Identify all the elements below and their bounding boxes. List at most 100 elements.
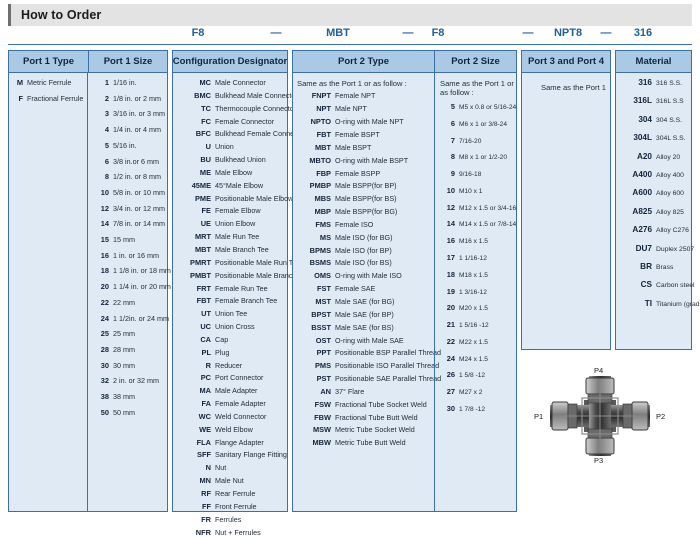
material-code: 304L <box>633 133 652 143</box>
port2-size-description: M5 x 0.8 or 5/16-24 <box>459 103 517 111</box>
configuration-code: TC <box>201 103 211 113</box>
header-port2-size: Port 2 Size <box>434 51 516 73</box>
material-code: A600 <box>632 188 652 198</box>
port2-type-note: Same as the Port 1 or as follow : <box>297 79 407 88</box>
material-code: 316L <box>633 96 652 106</box>
port2-size-code: 26 <box>446 370 455 380</box>
port2-type-description: Metric Tube Socket Weld <box>335 425 415 435</box>
header-port2-type: Port 2 Type <box>293 51 434 73</box>
port2-type-entry: OST O-ring with Male SAE <box>297 335 431 345</box>
material-description: 316L S.S <box>656 98 684 106</box>
material-description: Duplex 2507 <box>656 245 695 253</box>
configuration-entry: FLA Flange Adapter <box>175 437 284 447</box>
port2-type-entry: OMS O-ring with Male ISO <box>297 272 431 280</box>
configuration-description: 45°Male Elbow <box>215 180 264 190</box>
port2-type-code: MS <box>319 232 331 242</box>
configuration-code: 45ME <box>191 180 211 190</box>
configuration-code: WE <box>199 424 211 434</box>
port2-type-code: OST <box>315 335 331 345</box>
port1-size-entry: 10 5/8 in. or 10 mm <box>93 187 165 197</box>
material-entry: BR Brass <box>618 262 688 272</box>
port1-size-entry: 38 38 mm <box>93 393 164 401</box>
port2-size-code: 20 <box>446 303 455 313</box>
configuration-description: Union Elbow <box>215 219 256 229</box>
port2-size-description: M27 x 2 <box>459 389 483 397</box>
port1-size-entry: 4 1/4 in. or 4 mm <box>93 126 164 134</box>
material-code: 304 <box>638 114 652 124</box>
port2-size-code: 24 <box>446 353 455 363</box>
port2-type-entry: FMS Female ISO <box>297 221 431 229</box>
port1-size-code: 24 <box>100 313 109 323</box>
port2-type-code: BSMS <box>309 258 331 268</box>
port1-size-code: 15 <box>100 235 109 245</box>
code-separator-1: — <box>270 27 282 39</box>
port1-size-entry: 50 50 mm <box>93 408 164 416</box>
port1-size-description: 2 in. or 32 mm <box>113 376 159 386</box>
port2-type-entry: NPTO O-ring with Male NPT <box>297 118 431 126</box>
configuration-description: Flange Adapter <box>215 437 264 447</box>
port2-size-description: M14 x 1.5 or 7/8-14 <box>459 221 517 229</box>
port1-size-entry: 14 7/8 in. or 14 mm <box>93 219 165 229</box>
port2-size-description: 1 3/16-12 <box>459 288 487 296</box>
port2-type-entry: MBTO O-ring with Male BSPT <box>297 156 431 164</box>
material-code: A276 <box>632 225 652 235</box>
configuration-code: FC <box>201 116 211 126</box>
port1-size-description: 22 mm <box>113 297 135 307</box>
configuration-code: FF <box>201 501 211 511</box>
material-entry: A276 Alloy C276 <box>618 225 688 235</box>
port1-header-row: Port 1 Type Port 1 Size <box>9 51 167 73</box>
configuration-description: Reducer <box>215 360 243 370</box>
configuration-description: Nut + Ferrules <box>215 527 261 537</box>
configuration-code: NFR <box>195 527 211 537</box>
port1-size-entry: 18 1 1/8 in. or 18 mm <box>93 267 171 275</box>
configuration-description: Male Nut <box>215 476 244 486</box>
configuration-description: Plug <box>215 347 230 357</box>
port2-size-code: 30 <box>446 404 455 414</box>
port1-size-description: 3/8 in.or 6 mm <box>113 156 159 166</box>
configuration-entry: NFR Nut + Ferrules <box>175 527 284 537</box>
port1-size-description: 1/16 in. <box>113 78 137 87</box>
configuration-description: Sanitary Flange Fitting <box>215 450 287 460</box>
port1-size-code: 22 <box>100 297 109 307</box>
configuration-entry: U Union <box>175 143 284 151</box>
header-port1-type: Port 1 Type <box>9 51 88 73</box>
cell-port1-type-list: M Metric Ferrule F Fractional Ferrule <box>9 73 87 512</box>
cell-port34-note: Same as the Port 1 <box>522 73 610 350</box>
configuration-code: FA <box>201 399 211 409</box>
port2-size-code: 10 <box>446 185 455 195</box>
configuration-description: Male Run Tee <box>215 232 260 242</box>
configuration-description: Front Ferrule <box>215 501 257 511</box>
fitting-label-p4: P4 <box>594 366 604 375</box>
port1-size-description: 5/16 in. <box>113 140 137 150</box>
material-description: 316 S.S. <box>656 80 683 87</box>
port2-size-entry: 18 M18 x 1.5 <box>440 270 515 280</box>
configuration-description: Female Branch Tee <box>215 296 278 306</box>
port1-size-description: 28 mm <box>113 344 135 354</box>
port1-size-code: 14 <box>100 219 109 229</box>
cross-fitting-drawing <box>550 376 650 456</box>
port2-size-code: 27 <box>446 387 455 397</box>
port2-type-description: Male BSPP(for BS) <box>335 194 397 204</box>
port1-type-entry: M Metric Ferrule <box>13 79 84 87</box>
port2-size-code: 22 <box>446 336 455 346</box>
port2-size-description: M8 x 1 or 1/2-20 <box>459 154 508 162</box>
port2-type-entry: BSST Male SAE (for BS) <box>297 323 431 331</box>
code-separator-4: — <box>600 27 612 39</box>
configuration-entry: FE Female Elbow <box>175 207 284 215</box>
configuration-description: Union Cross <box>215 322 255 332</box>
material-description: Alloy 600 <box>656 190 684 198</box>
port2-type-description: Positionable ISO Parallel Thread <box>335 361 440 371</box>
port2-size-description: M24 x 1.5 <box>459 355 488 363</box>
port1-size-description: 30 mm <box>113 360 135 370</box>
configuration-entry: ME Male Elbow <box>175 168 284 176</box>
port2-type-entry: PPT Positionable BSP Parallel Thread <box>297 349 441 357</box>
port2-size-entry: 14 M14 x 1.5 or 7/8-14 <box>440 220 517 229</box>
configuration-designator-block: Configuration Designator MC Male Connecto… <box>172 50 310 536</box>
configuration-code: CA <box>200 334 211 344</box>
port1-size-description: 5/8 in. or 10 mm <box>113 187 165 197</box>
port2-type-code: MST <box>315 296 331 306</box>
configuration-description: Positionable Male Run Tee <box>215 257 301 267</box>
configuration-entry: FF Front Ferrule <box>175 501 284 511</box>
port2-size-description: 1 5/8 -12 <box>459 372 486 380</box>
port2-type-description: Male SAE (for BP) <box>335 309 394 319</box>
